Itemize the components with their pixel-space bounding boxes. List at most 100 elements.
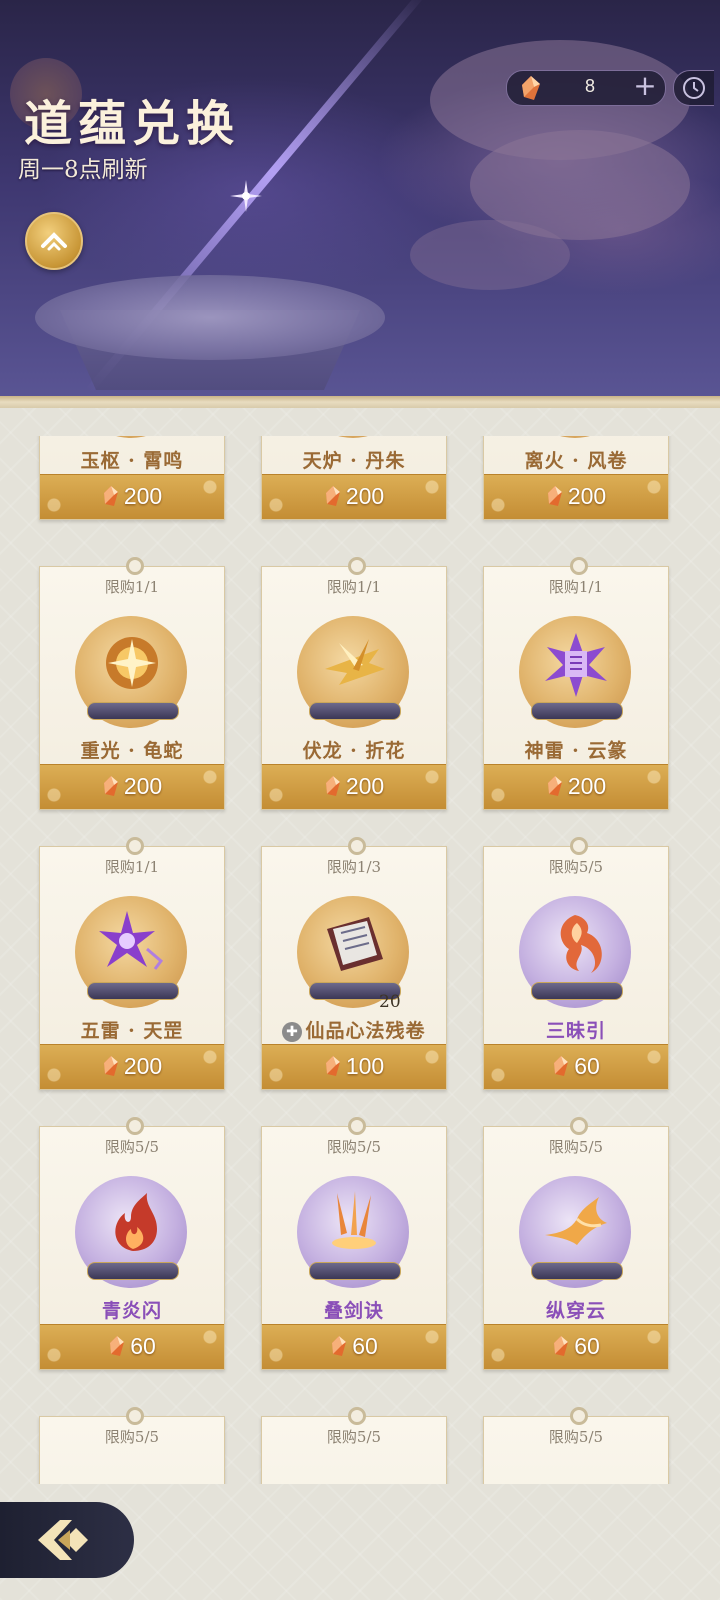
shop-item-card[interactable]: 限购5/5 青炎闪 60 — [39, 1117, 225, 1370]
crystal-gem-icon — [332, 1336, 347, 1356]
crystal-gem-icon — [547, 486, 562, 506]
banner-divider — [0, 396, 720, 408]
item-name-text: 三昧引 — [545, 1020, 606, 1042]
scroll-roller — [531, 702, 623, 720]
item-name: 伏龙 · 折花 — [261, 736, 447, 763]
scroll-roller — [531, 982, 623, 1000]
clock-icon — [683, 77, 705, 99]
scroll-roller — [531, 1262, 623, 1280]
shop-item-card[interactable]: 限购5/5 三昧引 60 — [483, 837, 669, 1090]
scroll-book-icon — [327, 917, 383, 971]
refresh-note: 周一8点刷新 — [18, 157, 148, 183]
card-ring-ornament — [348, 1117, 366, 1135]
price-value: 200 — [123, 1053, 163, 1079]
price-button[interactable]: 60 — [262, 1324, 446, 1369]
shop-item-card[interactable]: 限购5/5 叠剑诀 60 — [261, 1117, 447, 1370]
price-label: 200 — [262, 483, 446, 510]
price-button[interactable]: 200 — [40, 764, 224, 809]
item-name: 纵穿云 — [483, 1296, 669, 1323]
shop-item-card[interactable]: 限购1/3 20 ✚ 仙品心法残卷 100 — [261, 837, 447, 1090]
crystal-gem-icon — [554, 1336, 569, 1356]
price-button[interactable]: 60 — [484, 1044, 668, 1089]
item-name: 玉枢 · 霄鸣 — [39, 446, 225, 473]
shop-item-card[interactable]: 限购1/1 神雷 · 云篆 200 — [483, 557, 669, 810]
shop-item-card[interactable]: 限购5/5 — [39, 1407, 225, 1484]
price-button[interactable]: 60 — [484, 1324, 668, 1369]
price-button[interactable]: 100 — [262, 1044, 446, 1089]
item-name: 重光 · 龟蛇 — [39, 736, 225, 763]
crystal-gem-icon — [103, 486, 118, 506]
star-icon — [230, 180, 262, 212]
price-label: 60 — [40, 1333, 224, 1360]
price-button[interactable]: 60 — [40, 1324, 224, 1369]
price-label: 60 — [484, 1333, 668, 1360]
purchase-limit: 限购5/5 — [548, 1428, 604, 1446]
purchase-limit: 限购5/5 — [326, 1428, 382, 1446]
shop-item-card[interactable]: 限购5/5 — [261, 1407, 447, 1484]
item-name-text: 纵穿云 — [545, 1300, 606, 1322]
purchase-limit: 限购1/1 — [104, 578, 160, 596]
crystal-gem-icon — [110, 1336, 125, 1356]
shop-area: 玉枢 · 霄鸣 200 天炉 · 丹朱 200 离火 · 风卷 200 限购1/1 重光 · … — [0, 408, 720, 1600]
item-name-text: 重光 · 龟蛇 — [80, 740, 184, 762]
item-name-text: 玉枢 · 霄鸣 — [80, 450, 184, 472]
item-name: 青炎闪 — [39, 1296, 225, 1323]
price-label: 60 — [262, 1333, 446, 1360]
card-ring-ornament — [348, 1407, 366, 1425]
price-button[interactable]: 200 — [484, 474, 668, 519]
back-button[interactable] — [0, 1502, 134, 1578]
page-title: 道蕴兑换 — [24, 96, 241, 152]
price-button[interactable]: 200 — [484, 764, 668, 809]
price-label: 60 — [484, 1053, 668, 1080]
crystal-gem-icon — [325, 1056, 340, 1076]
price-value: 60 — [130, 1333, 156, 1359]
price-label: 100 — [262, 1053, 446, 1080]
price-label: 200 — [484, 483, 668, 510]
expand-button[interactable] — [25, 212, 83, 270]
scroll-roller — [309, 702, 401, 720]
purchase-limit: 限购1/1 — [104, 858, 160, 876]
price-value: 200 — [123, 773, 163, 799]
card-ring-ornament — [126, 557, 144, 575]
stone-platform — [35, 275, 385, 360]
card-ring-ornament — [348, 557, 366, 575]
item-info-icon[interactable]: ✚ — [282, 1022, 303, 1042]
shop-item-card[interactable]: 限购5/5 — [483, 1407, 669, 1484]
card-ring-ornament — [570, 1407, 588, 1425]
shop-item-card[interactable]: 天炉 · 丹朱 200 — [261, 436, 447, 520]
shop-item-card[interactable]: 离火 · 风卷 200 — [483, 436, 669, 520]
price-button[interactable]: 200 — [262, 764, 446, 809]
price-value: 200 — [345, 483, 385, 509]
price-button[interactable]: 200 — [262, 474, 446, 519]
add-currency-button[interactable]: + — [630, 72, 660, 102]
price-button[interactable]: 200 — [40, 1044, 224, 1089]
price-value: 60 — [352, 1333, 378, 1359]
card-ring-ornament — [570, 557, 588, 575]
price-button[interactable]: 200 — [40, 474, 224, 519]
card-ring-ornament — [348, 837, 366, 855]
item-name-text: 神雷 · 云篆 — [524, 740, 628, 762]
card-ring-ornament — [570, 837, 588, 855]
price-value: 200 — [567, 773, 607, 799]
currency-count: 8 — [584, 76, 595, 96]
price-value: 100 — [345, 1053, 385, 1079]
card-ring-ornament — [570, 1117, 588, 1135]
cloud-decoration — [410, 220, 570, 290]
burst-orb-icon — [106, 637, 158, 689]
history-button[interactable] — [673, 70, 714, 106]
price-value: 200 — [345, 773, 385, 799]
shop-item-card[interactable]: 限购5/5 纵穿云 60 — [483, 1117, 669, 1370]
shop-item-card[interactable]: 限购1/1 伏龙 · 折花 200 — [261, 557, 447, 810]
price-label: 200 — [484, 773, 668, 800]
crystal-gem-icon — [554, 1056, 569, 1076]
shop-item-card[interactable]: 限购1/1 重光 · 龟蛇 200 — [39, 557, 225, 810]
plus-icon: + — [633, 69, 657, 102]
shop-item-card[interactable]: 限购1/1 五雷 · 天罡 200 — [39, 837, 225, 1090]
crystal-gem-icon — [103, 776, 118, 796]
phoenix-icon — [545, 1197, 607, 1245]
shop-item-card[interactable]: 玉枢 · 霄鸣 200 — [39, 436, 225, 520]
item-name: 神雷 · 云篆 — [483, 736, 669, 763]
crystal-gem-icon — [325, 776, 340, 796]
item-name-text: 离火 · 风卷 — [524, 450, 628, 472]
price-value: 200 — [567, 483, 607, 509]
